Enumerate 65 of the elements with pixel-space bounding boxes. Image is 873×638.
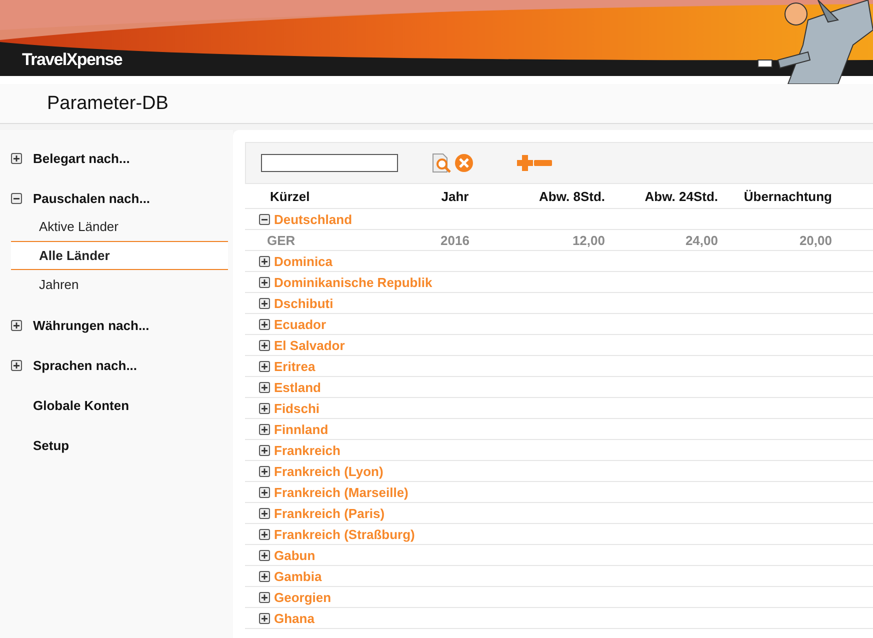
sidebar-subitem[interactable]: Alle Länder	[11, 241, 228, 270]
expand-icon[interactable]	[259, 528, 270, 540]
column-header[interactable]: Abw. 24Std.	[605, 188, 718, 204]
expand-icon[interactable]	[259, 402, 270, 414]
table-cell-text: 20,00	[798, 232, 832, 248]
country-name[interactable]: Gambia	[274, 568, 322, 584]
country-name[interactable]: Dominikanische Republik	[274, 274, 432, 290]
expand-icon[interactable]	[259, 256, 270, 266]
expand-icon[interactable]	[259, 592, 270, 602]
sidebar-item[interactable]: Belegart nach...	[33, 150, 130, 166]
expand-icon[interactable]	[11, 152, 22, 164]
expand-icon[interactable]	[11, 360, 22, 370]
sidebar-item[interactable]: Globale Konten	[33, 398, 130, 412]
expand-icon[interactable]	[259, 486, 270, 498]
expand-icon[interactable]	[259, 424, 270, 434]
country-name[interactable]: Finnland	[274, 422, 328, 436]
country-name[interactable]: Frankreich	[274, 442, 340, 458]
column-header[interactable]: Jahr	[420, 188, 490, 204]
country-name[interactable]: Deutschland	[274, 212, 352, 226]
country-name[interactable]: Frankreich (Marseille)	[274, 484, 408, 500]
country-name[interactable]: Dschibuti	[274, 296, 334, 310]
expand-icon[interactable]	[259, 550, 270, 560]
country-name[interactable]: El Salvador	[274, 338, 345, 352]
logo: TravelXpense	[22, 50, 122, 70]
expand-icon[interactable]	[259, 298, 270, 308]
country-name[interactable]: Frankreich (Paris)	[274, 506, 385, 520]
table-cell-text: 12,00	[571, 232, 605, 248]
sidebar-item[interactable]: Pauschalen nach...	[33, 190, 150, 206]
expand-icon[interactable]	[259, 382, 270, 392]
collapse-icon[interactable]	[11, 192, 22, 204]
country-name[interactable]: Frankreich (Straßburg)	[274, 526, 415, 542]
country-name[interactable]: Eritrea	[274, 358, 316, 374]
sidebar-item[interactable]: Setup	[33, 438, 70, 452]
table-cell-text: 24,00	[684, 232, 718, 248]
expand-icon[interactable]	[259, 570, 270, 582]
column-header[interactable]: Kürzel	[245, 188, 420, 204]
expand-icon[interactable]	[259, 612, 270, 624]
expand-icon[interactable]	[259, 340, 270, 350]
country-name[interactable]: Frankreich (Lyon)	[274, 464, 384, 478]
expand-icon[interactable]	[259, 508, 270, 518]
column-header[interactable]: Abw. 8Std.	[490, 188, 605, 204]
country-name[interactable]: Gabun	[274, 548, 316, 562]
search-field[interactable]	[261, 154, 398, 172]
clear-icon[interactable]	[454, 153, 474, 173]
country-name[interactable]: Fidschi	[274, 400, 320, 416]
country-name[interactable]: Georgien	[274, 590, 332, 604]
expand-icon[interactable]	[11, 320, 22, 330]
table-cell-text: GER	[266, 232, 296, 248]
collapse-icon[interactable]	[259, 214, 270, 224]
expand-icon[interactable]	[259, 276, 270, 288]
expand-icon[interactable]	[259, 318, 270, 330]
sidebar-subitem[interactable]: Jahren	[11, 270, 228, 299]
country-name[interactable]: Ghana	[274, 610, 314, 626]
country-name[interactable]: Dominica	[274, 254, 333, 268]
table-cell-text: 2016	[440, 232, 470, 248]
page-title: Parameter-DB	[47, 92, 168, 114]
column-header[interactable]: Übernachtung	[718, 188, 832, 204]
sidebar-item[interactable]: Währungen nach...	[33, 318, 150, 332]
country-name[interactable]: Estland	[274, 380, 321, 394]
sidebar-subitem[interactable]: Aktive Länder	[11, 212, 228, 241]
expand-icon[interactable]	[259, 444, 270, 456]
country-name[interactable]: Ecuador	[274, 316, 326, 332]
expand-icon[interactable]	[259, 360, 270, 372]
expand-icon[interactable]	[259, 466, 270, 476]
sidebar-item[interactable]: Sprachen nach...	[33, 358, 138, 372]
